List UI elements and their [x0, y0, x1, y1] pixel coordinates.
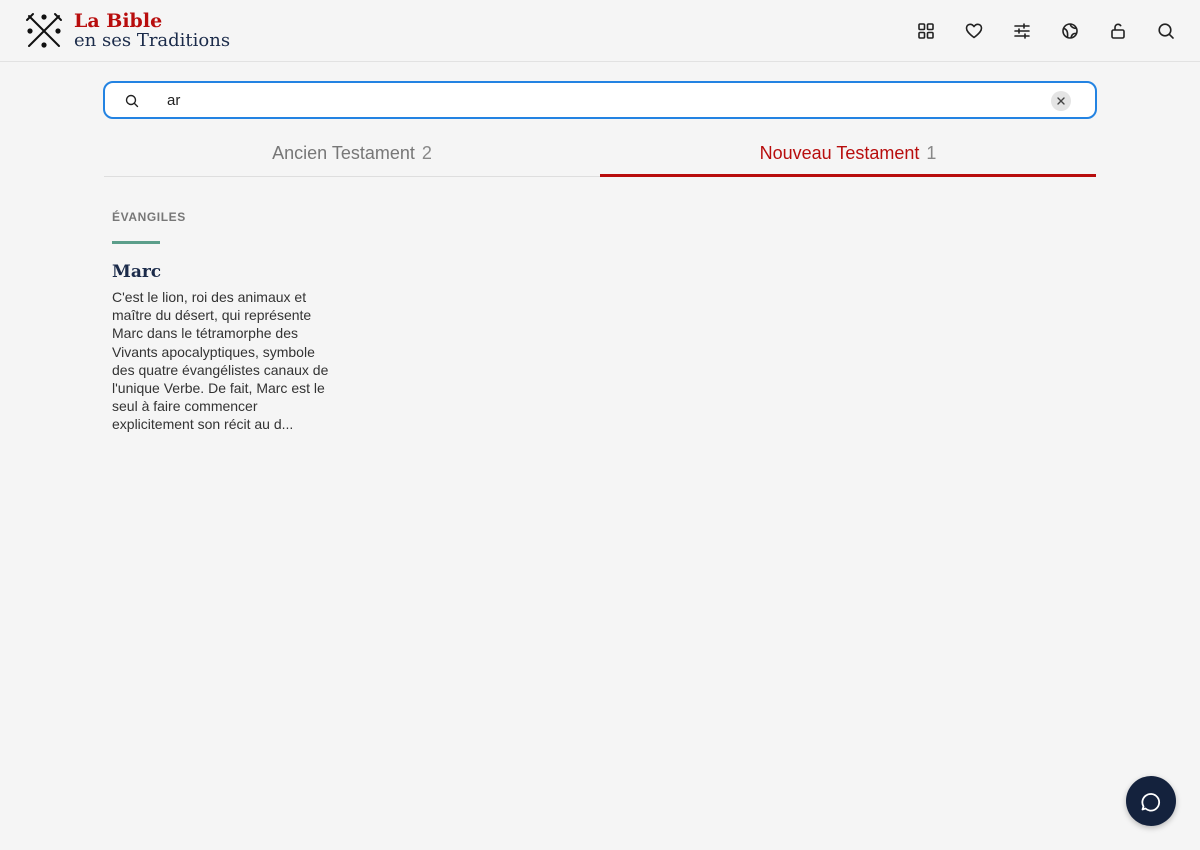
search-icon	[125, 94, 139, 108]
result-title[interactable]: Marc	[112, 262, 337, 282]
language-button[interactable]	[1060, 19, 1080, 43]
brand-name-line2: en ses Traditions	[74, 30, 231, 51]
tab-count: 1	[926, 142, 937, 163]
settings-button[interactable]	[1012, 19, 1032, 43]
chat-bubble-icon	[1141, 793, 1161, 812]
search-input[interactable]	[167, 89, 1027, 111]
result-card[interactable]: Marc C'est le lion, roi des animaux et m…	[112, 262, 337, 434]
tab-count: 2	[421, 142, 432, 163]
catalog-button[interactable]	[916, 19, 936, 43]
tab-nouveau-testament[interactable]: Nouveau Testament 1	[600, 132, 1096, 177]
login-button[interactable]	[1108, 19, 1128, 43]
tab-label: Ancien Testament	[272, 142, 415, 163]
section-divider	[112, 241, 160, 244]
search-icon	[1158, 23, 1174, 39]
tab-label: Nouveau Testament	[759, 142, 920, 163]
header-toolbar	[916, 19, 1176, 43]
chat-button[interactable]	[1126, 776, 1176, 826]
sliders-icon	[1014, 23, 1030, 39]
clear-search-button[interactable]	[1051, 91, 1071, 111]
top-header: La Bible en ses Traditions	[0, 0, 1200, 62]
section-title: ÉVANGILES	[112, 210, 186, 224]
heart-icon	[965, 23, 983, 39]
tab-ancien-testament[interactable]: Ancien Testament 2	[104, 132, 600, 176]
result-excerpt: C'est le lion, roi des animaux et maître…	[112, 289, 329, 433]
grid-icon	[918, 23, 934, 39]
favorites-button[interactable]	[964, 19, 984, 43]
brand-logo[interactable]: La Bible en ses Traditions	[24, 10, 230, 52]
close-icon	[1057, 97, 1065, 105]
testament-tabs: Ancien Testament 2 Nouveau Testament 1	[104, 132, 1096, 177]
crossed-keys-icon	[26, 13, 62, 48]
search-bar	[103, 81, 1097, 119]
brand-name-line1: La Bible	[74, 10, 163, 32]
globe-icon	[1062, 23, 1078, 39]
brand-name: La Bible en ses Traditions	[74, 10, 231, 51]
unlock-icon	[1111, 23, 1125, 39]
search-button[interactable]	[1156, 19, 1176, 43]
